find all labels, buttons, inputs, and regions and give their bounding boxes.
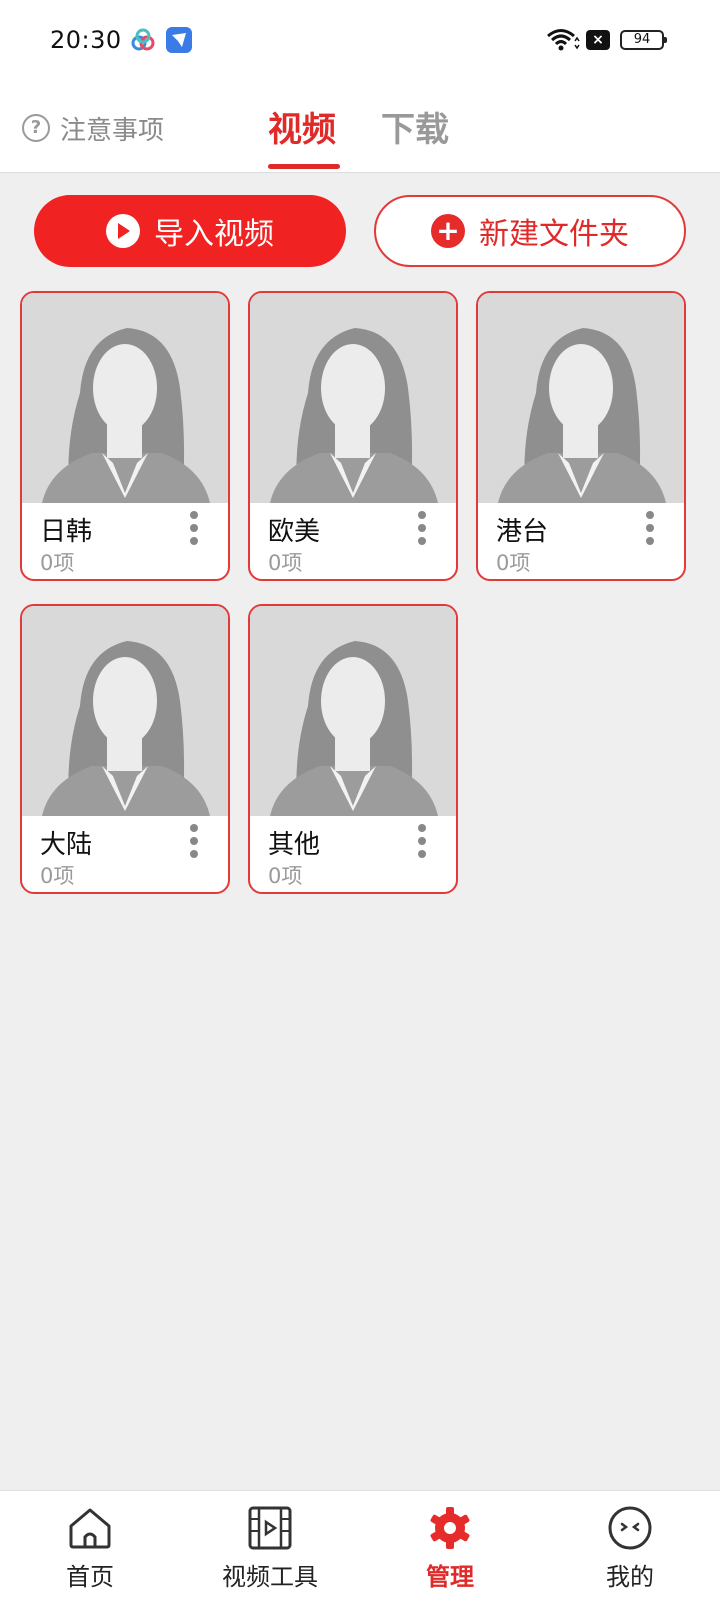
wifi-icon xyxy=(547,29,580,51)
bottom-nav: 首页 视频工具 管理 我的 xyxy=(0,1490,720,1605)
folder-item-count: 0项 xyxy=(268,551,303,575)
import-video-button[interactable]: 导入视频 xyxy=(34,195,346,267)
nav-home-label: 首页 xyxy=(66,1563,114,1591)
nav-manage[interactable]: 管理 xyxy=(380,1505,520,1592)
folder-item-count: 0项 xyxy=(40,864,75,888)
play-icon xyxy=(106,214,140,248)
notification-x-icon: × xyxy=(586,30,610,50)
folder-card[interactable]: 其他 0项 xyxy=(248,604,458,894)
avatar-placeholder-icon xyxy=(22,293,228,503)
folder-thumbnail xyxy=(22,606,228,816)
avatar-placeholder-icon xyxy=(22,606,228,816)
nav-mine[interactable]: 我的 xyxy=(560,1505,700,1592)
more-options-icon[interactable] xyxy=(416,511,428,549)
folder-thumbnail xyxy=(250,293,456,503)
new-folder-button[interactable]: + 新建文件夹 xyxy=(374,195,686,267)
folder-card[interactable]: 大陆 0项 xyxy=(20,604,230,894)
folder-name: 欧美 xyxy=(268,517,321,547)
battery-icon: 94 xyxy=(620,30,667,50)
more-options-icon[interactable] xyxy=(416,824,428,862)
folder-name: 其他 xyxy=(268,830,321,860)
folder-name: 港台 xyxy=(496,517,549,547)
status-time: 20:30 xyxy=(50,26,122,54)
folder-thumbnail xyxy=(22,293,228,503)
notice-label: 注意事项 xyxy=(60,115,165,146)
nav-video-tools-label: 视频工具 xyxy=(222,1563,318,1591)
home-icon xyxy=(69,1508,111,1549)
folder-card[interactable]: 港台 0项 xyxy=(476,291,686,581)
avatar-placeholder-icon xyxy=(250,606,456,816)
tab-video[interactable]: 视频 xyxy=(268,102,336,151)
nav-mine-label: 我的 xyxy=(606,1563,654,1591)
folder-name: 大陆 xyxy=(40,830,93,860)
bird-app-icon xyxy=(166,27,192,53)
nav-manage-label: 管理 xyxy=(426,1563,474,1591)
gear-icon xyxy=(430,1507,470,1549)
import-video-label: 导入视频 xyxy=(154,217,274,252)
top-header: ? 注意事项 视频 下载 xyxy=(0,84,720,173)
tab-download[interactable]: 下载 xyxy=(381,102,449,151)
more-options-icon[interactable] xyxy=(188,824,200,862)
app-notification-icon xyxy=(131,28,155,51)
folder-item-count: 0项 xyxy=(40,551,75,575)
more-options-icon[interactable] xyxy=(644,511,656,549)
nav-home[interactable]: 首页 xyxy=(20,1505,160,1592)
film-icon xyxy=(248,1506,292,1550)
status-bar: 20:30 × 94 xyxy=(0,0,720,84)
folder-item-count: 0项 xyxy=(496,551,531,575)
notice-link[interactable]: ? 注意事项 xyxy=(22,110,164,146)
avatar-placeholder-icon xyxy=(250,293,456,503)
more-options-icon[interactable] xyxy=(188,511,200,549)
folder-name: 日韩 xyxy=(40,517,93,547)
folder-item-count: 0项 xyxy=(268,864,303,888)
face-icon xyxy=(608,1506,652,1550)
folder-thumbnail xyxy=(250,606,456,816)
question-icon: ? xyxy=(22,114,50,142)
plus-circle-icon: + xyxy=(431,214,465,248)
folder-card[interactable]: 日韩 0项 xyxy=(20,291,230,581)
folder-thumbnail xyxy=(478,293,684,503)
nav-video-tools[interactable]: 视频工具 xyxy=(200,1505,340,1592)
new-folder-label: 新建文件夹 xyxy=(479,217,629,252)
active-tab-indicator xyxy=(268,164,340,169)
folder-card[interactable]: 欧美 0项 xyxy=(248,291,458,581)
avatar-placeholder-icon xyxy=(478,293,684,503)
